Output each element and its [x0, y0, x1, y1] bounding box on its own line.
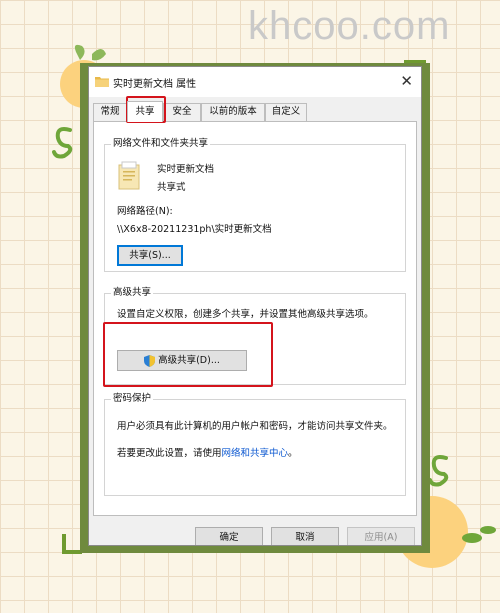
- sharing-panel: 网络文件和文件夹共享 实时更新文档 共享式 网络路径(N): \\X6x8-20…: [93, 121, 417, 516]
- decor-squiggle-left: [48, 124, 78, 164]
- change-setting-prefix: 若要更改此设置，请使用: [117, 448, 222, 459]
- ok-button[interactable]: 确定: [195, 527, 263, 545]
- cancel-button[interactable]: 取消: [271, 527, 339, 545]
- share-status: 共享式: [157, 182, 186, 193]
- close-icon[interactable]: ✕: [400, 72, 413, 90]
- decor-bracket-bottom-left: [62, 534, 82, 554]
- group-title: 高级共享: [111, 286, 154, 300]
- tab-previous-versions[interactable]: 以前的版本: [201, 103, 265, 121]
- network-sharing-center-link[interactable]: 网络和共享中心: [222, 448, 289, 459]
- share-button[interactable]: 共享(S)...: [117, 245, 183, 266]
- advanced-sharing-description: 设置自定义权限，创建多个共享，并设置其他高级共享选项。: [117, 309, 374, 320]
- group-title: 密码保护: [111, 392, 154, 406]
- password-protection-description: 用户必须具有此计算机的用户帐户和密码，才能访问共享文件夹。: [117, 421, 393, 432]
- tab-strip: 常规 共享 安全 以前的版本 自定义: [93, 101, 413, 122]
- network-path-value: \\X6x8-20211231ph\实时更新文档: [117, 224, 272, 235]
- title-bar: 实时更新文档 属性 ✕: [89, 67, 421, 97]
- group-title: 网络文件和文件夹共享: [111, 137, 211, 151]
- change-setting-text: 若要更改此设置，请使用网络和共享中心。: [117, 447, 298, 460]
- folder-name: 实时更新文档: [157, 164, 215, 175]
- network-sharing-group: 网络文件和文件夹共享 实时更新文档 共享式 网络路径(N): \\X6x8-20…: [104, 137, 406, 272]
- password-protection-group: 密码保护 用户必须具有此计算机的用户帐户和密码，才能访问共享文件夹。 若要更改此…: [104, 392, 406, 496]
- tab-security[interactable]: 安全: [163, 103, 201, 121]
- tab-customize[interactable]: 自定义: [265, 103, 307, 121]
- dialog-title: 实时更新文档 属性: [113, 79, 197, 90]
- folder-icon: [95, 77, 109, 87]
- tab-sharing[interactable]: 共享: [127, 101, 163, 122]
- network-path-label: 网络路径(N):: [117, 206, 173, 217]
- folder-icon: [118, 161, 140, 190]
- properties-dialog: 实时更新文档 属性 ✕ 常规 共享 安全 以前的版本 自定义 网络文件和文件夹共…: [88, 66, 422, 546]
- tab-general[interactable]: 常规: [93, 103, 127, 121]
- apply-button[interactable]: 应用(A): [347, 527, 415, 545]
- watermark: khcoo.com: [248, 4, 451, 48]
- change-setting-suffix: 。: [288, 448, 298, 459]
- highlight-advanced-sharing: [103, 322, 273, 387]
